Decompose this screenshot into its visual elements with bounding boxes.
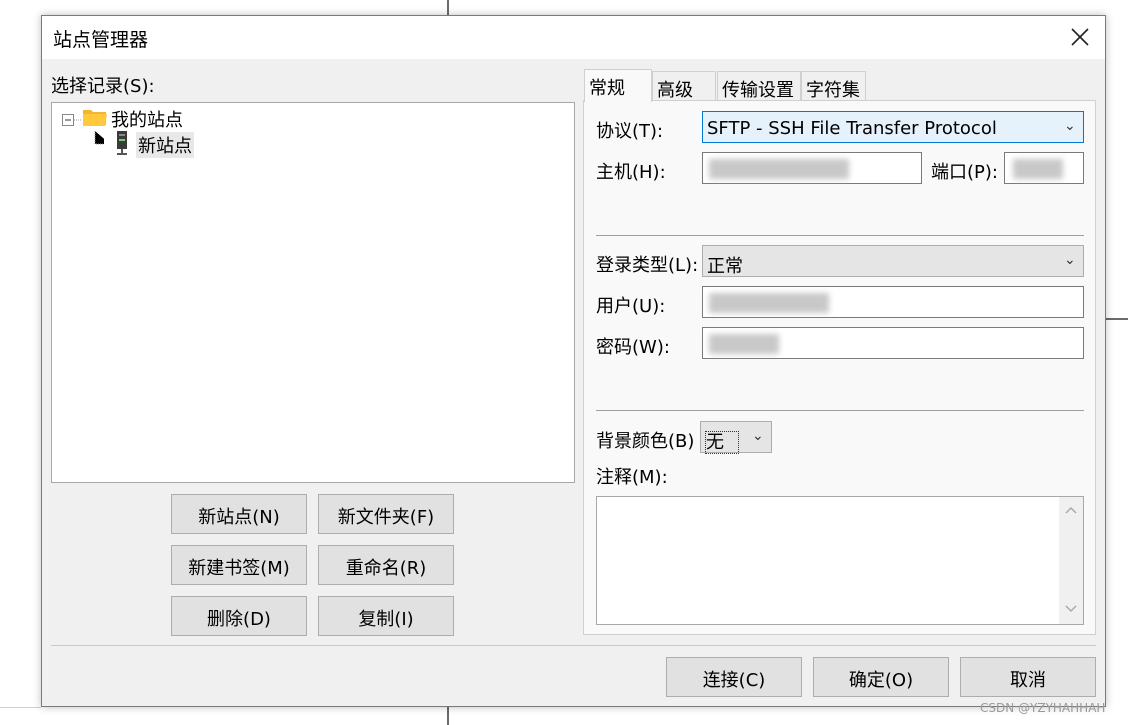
redacted-host bbox=[709, 159, 849, 179]
bg-color-label: 背景颜色(B) bbox=[596, 431, 695, 452]
chevron-down-icon: ⌄ bbox=[1064, 252, 1076, 268]
new-bookmark-button[interactable]: 新建书签(M) bbox=[171, 545, 307, 585]
scroll-down-icon[interactable] bbox=[1065, 605, 1077, 613]
tab-advanced[interactable]: 高级 bbox=[652, 71, 716, 101]
host-label: 主机(H): bbox=[596, 162, 666, 183]
delete-button[interactable]: 删除(D) bbox=[171, 596, 307, 636]
tab-general[interactable]: 常规 bbox=[584, 69, 652, 102]
background-window-edge bbox=[1106, 318, 1128, 320]
site-manager-dialog: 站点管理器 选择记录(S): 我的站点 新站点 新站点(N) 新文件夹(F) 新… bbox=[41, 15, 1106, 707]
copy-button[interactable]: 复制(I) bbox=[318, 596, 454, 636]
cancel-button[interactable]: 取消 bbox=[960, 657, 1096, 697]
password-label: 密码(W): bbox=[596, 337, 670, 358]
delete-button-label: 删除(D) bbox=[207, 609, 271, 630]
scroll-up-icon[interactable] bbox=[1065, 506, 1077, 514]
rename-button[interactable]: 重命名(R) bbox=[318, 545, 454, 585]
new-folder-button[interactable]: 新文件夹(F) bbox=[318, 494, 454, 534]
redacted-password bbox=[709, 334, 779, 354]
footer-separator bbox=[51, 645, 1096, 646]
protocol-select[interactable]: SFTP - SSH File Transfer Protocol bbox=[702, 111, 1084, 143]
copy-button-label: 复制(I) bbox=[358, 609, 414, 630]
comments-textarea[interactable] bbox=[596, 496, 1084, 625]
new-folder-button-label: 新文件夹(F) bbox=[337, 507, 435, 528]
collapse-icon[interactable] bbox=[62, 114, 74, 126]
new-site-button[interactable]: 新站点(N) bbox=[171, 494, 307, 534]
cancel-button-label: 取消 bbox=[1010, 670, 1046, 691]
connect-button-label: 连接(C) bbox=[702, 670, 766, 691]
select-entry-label: 选择记录(S): bbox=[51, 76, 155, 97]
chevron-down-icon: ⌄ bbox=[1064, 118, 1076, 134]
background-window-edge bbox=[447, 0, 449, 15]
comments-label: 注释(M): bbox=[596, 467, 668, 488]
user-label: 用户(U): bbox=[596, 296, 666, 317]
tab-charset[interactable]: 字符集 bbox=[801, 71, 866, 101]
close-button[interactable] bbox=[1063, 22, 1097, 52]
server-icon bbox=[117, 131, 127, 155]
chevron-down-icon: ⌄ bbox=[752, 428, 764, 444]
folder-icon bbox=[83, 110, 107, 126]
watermark: CSDN @YZYHAHHAH bbox=[980, 701, 1106, 715]
logon-type-select-value: 正常 bbox=[707, 256, 743, 277]
new-site-button-label: 新站点(N) bbox=[198, 507, 280, 528]
ok-button-label: 确定(O) bbox=[848, 670, 914, 691]
rename-button-label: 重命名(R) bbox=[345, 558, 427, 579]
separator bbox=[596, 410, 1084, 411]
port-label: 端口(P): bbox=[931, 162, 998, 183]
logon-type-select[interactable]: 正常 bbox=[702, 245, 1084, 277]
password-input[interactable] bbox=[702, 327, 1084, 359]
port-input[interactable] bbox=[1004, 152, 1084, 184]
separator bbox=[596, 235, 1084, 236]
connect-button[interactable]: 连接(C) bbox=[666, 657, 802, 697]
logon-type-label: 登录类型(L): bbox=[596, 255, 699, 276]
redacted-user bbox=[709, 293, 829, 313]
title-bar: 站点管理器 bbox=[42, 16, 1105, 59]
close-icon bbox=[1071, 28, 1089, 46]
ok-button[interactable]: 确定(O) bbox=[813, 657, 949, 697]
user-input[interactable] bbox=[702, 286, 1084, 318]
protocol-label: 协议(T): bbox=[596, 121, 664, 142]
background-window-edge bbox=[0, 707, 41, 708]
tab-transfer-settings[interactable]: 传输设置 bbox=[717, 71, 801, 101]
tree-item-my-sites[interactable]: 我的站点 bbox=[111, 106, 183, 132]
protocol-select-value: SFTP - SSH File Transfer Protocol bbox=[707, 118, 997, 139]
background-window-edge bbox=[447, 707, 449, 725]
tree-item-new-site[interactable]: 新站点 bbox=[136, 132, 194, 158]
host-input[interactable] bbox=[702, 152, 922, 184]
site-tree[interactable]: 我的站点 新站点 bbox=[51, 102, 575, 483]
window-title: 站点管理器 bbox=[53, 29, 149, 51]
textarea-scrollbar[interactable] bbox=[1059, 497, 1083, 624]
new-bookmark-button-label: 新建书签(M) bbox=[188, 558, 290, 579]
redacted-port bbox=[1013, 159, 1063, 179]
bg-color-select-value: 无 bbox=[705, 431, 739, 454]
general-tab-panel: 协议(T): SFTP - SSH File Transfer Protocol… bbox=[583, 100, 1096, 635]
